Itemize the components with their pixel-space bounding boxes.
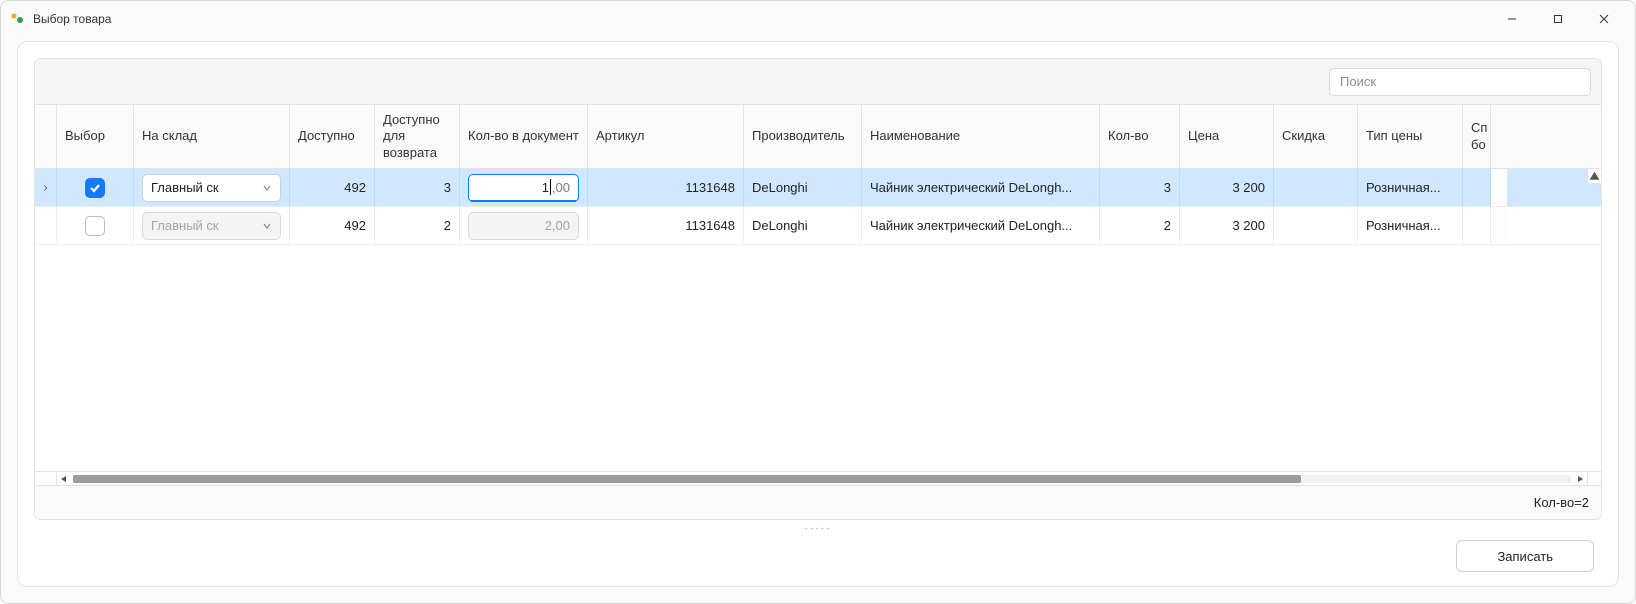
table-header: Выбор На склад Доступно Доступно для воз… [35, 105, 1601, 169]
table-row[interactable]: Главный ск 492 2 2,00 1131648 DeLonghi Ч… [35, 207, 1601, 245]
col-select[interactable]: Выбор [57, 105, 134, 168]
cell-price: 3 200 [1180, 169, 1274, 206]
col-available[interactable]: Доступно [290, 105, 375, 168]
search-input[interactable] [1329, 68, 1591, 96]
qty-doc-value: 2,00 [545, 218, 570, 233]
qty-doc-suffix: ,00 [552, 180, 570, 195]
expand-toggle[interactable] [35, 169, 57, 206]
cell-name: Чайник электрический DeLongh... [862, 207, 1100, 244]
submit-button-label: Записать [1497, 549, 1553, 564]
cell-discount [1274, 169, 1358, 206]
product-select-window: Выбор товара Выбор На склад Доступно [0, 0, 1636, 604]
cell-select [57, 169, 134, 206]
cell-price-type: Розничная... [1358, 169, 1463, 206]
col-qty-doc[interactable]: Кол-во в документ [460, 105, 588, 168]
window-minimize-button[interactable] [1489, 4, 1535, 34]
chevron-down-icon [262, 183, 272, 193]
cell-avail-return: 3 [375, 169, 460, 206]
col-spare[interactable]: Сп бо [1463, 105, 1491, 168]
text-cursor-icon [550, 179, 551, 195]
warehouse-select-value: Главный ск [151, 180, 256, 195]
col-qty[interactable]: Кол-во [1100, 105, 1180, 168]
row-checkbox[interactable] [85, 216, 105, 236]
cell-available: 492 [290, 169, 375, 206]
cell-name: Чайник электрический DeLongh... [862, 169, 1100, 206]
expand-toggle[interactable] [35, 207, 57, 244]
cell-available: 492 [290, 207, 375, 244]
qty-doc-input[interactable]: 2,00 [468, 212, 579, 240]
table-toolbar [35, 59, 1601, 105]
col-price-type[interactable]: Тип цены [1358, 105, 1463, 168]
window-title: Выбор товара [33, 12, 111, 26]
cell-manufacturer: DeLonghi [744, 169, 862, 206]
cell-select [57, 207, 134, 244]
hscroll-left-button[interactable] [57, 472, 71, 486]
cell-spare [1463, 207, 1491, 244]
col-expand [35, 105, 57, 168]
cell-vscroll-gutter [1491, 207, 1507, 244]
col-manufacturer[interactable]: Производитель [744, 105, 862, 168]
cell-manufacturer: DeLonghi [744, 207, 862, 244]
col-price[interactable]: Цена [1180, 105, 1274, 168]
cell-qty: 3 [1100, 169, 1180, 206]
cell-warehouse: Главный ск [134, 169, 290, 206]
table-body: Главный ск 492 3 1,00 1131648 DeLonghi Ч… [35, 169, 1601, 471]
table-row[interactable]: Главный ск 492 3 1,00 1131648 DeLonghi Ч… [35, 169, 1601, 207]
cell-article: 1131648 [588, 207, 744, 244]
warehouse-select[interactable]: Главный ск [142, 212, 281, 240]
window-close-button[interactable] [1581, 4, 1627, 34]
submit-button[interactable]: Записать [1456, 540, 1594, 572]
body-frame: Выбор На склад Доступно Доступно для воз… [17, 41, 1619, 587]
button-bar: Записать [18, 536, 1618, 586]
summary-text: Кол-во=2 [1534, 495, 1589, 510]
col-article[interactable]: Артикул [588, 105, 744, 168]
cell-discount [1274, 207, 1358, 244]
hscroll-corner-right [1587, 472, 1601, 485]
cell-price-type: Розничная... [1358, 207, 1463, 244]
qty-doc-typed: 1 [542, 180, 549, 195]
qty-doc-input[interactable]: 1,00 [468, 174, 579, 202]
col-warehouse[interactable]: На склад [134, 105, 290, 168]
cell-avail-return: 2 [375, 207, 460, 244]
cell-price: 3 200 [1180, 207, 1274, 244]
col-discount[interactable]: Скидка [1274, 105, 1358, 168]
hscroll-right-button[interactable] [1573, 472, 1587, 486]
splitter-handle[interactable]: ····· [18, 520, 1618, 536]
cell-article: 1131648 [588, 169, 744, 206]
cell-qty-doc: 1,00 [460, 169, 588, 206]
hscroll-thumb[interactable] [73, 475, 1301, 483]
warehouse-select-value: Главный ск [151, 218, 256, 233]
col-avail-return[interactable]: Доступно для возврата [375, 105, 460, 168]
titlebar: Выбор товара [1, 1, 1635, 37]
col-vscroll-gutter [1491, 105, 1507, 168]
app-icon [9, 11, 25, 27]
col-name[interactable]: Наименование [862, 105, 1100, 168]
cell-warehouse: Главный ск [134, 207, 290, 244]
vscroll-up-button[interactable] [1587, 169, 1601, 183]
table-panel: Выбор На склад Доступно Доступно для воз… [34, 58, 1602, 520]
cell-spare [1463, 169, 1491, 206]
hscroll-bar [35, 471, 1601, 485]
row-checkbox[interactable] [85, 178, 105, 198]
hscroll-corner [35, 472, 57, 485]
chevron-down-icon [262, 221, 272, 231]
cell-qty-doc: 2,00 [460, 207, 588, 244]
hscroll-track[interactable] [73, 475, 1571, 483]
window-maximize-button[interactable] [1535, 4, 1581, 34]
table-footer: Кол-во=2 [35, 485, 1601, 519]
cell-qty: 2 [1100, 207, 1180, 244]
cell-vscroll-gutter [1491, 169, 1507, 206]
warehouse-select[interactable]: Главный ск [142, 174, 281, 202]
